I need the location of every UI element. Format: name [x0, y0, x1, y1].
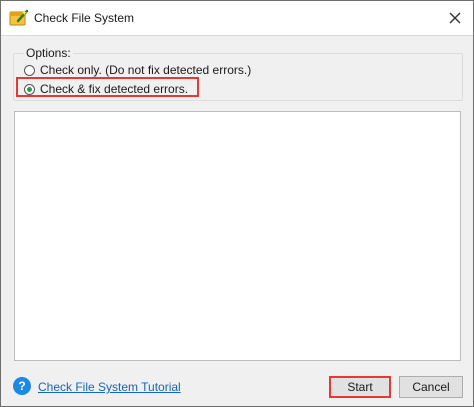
radio-unchecked-icon[interactable] — [24, 64, 35, 76]
radio-checked-icon[interactable] — [24, 83, 35, 95]
check-file-system-dialog: Check File System Options: Check only. (… — [0, 0, 474, 407]
window-title: Check File System — [34, 11, 135, 25]
start-button[interactable]: Start — [329, 376, 391, 398]
radio-check-only[interactable]: Check only. (Do not fix detected errors.… — [24, 62, 251, 78]
help-icon[interactable]: ? — [13, 377, 31, 395]
options-group: Options: Check only. (Do not fix detecte… — [13, 46, 463, 101]
dialog-footer: ? Check File System Tutorial Start Cance… — [1, 371, 473, 406]
tutorial-link[interactable]: Check File System Tutorial — [38, 380, 181, 394]
radio-check-and-fix[interactable]: Check & fix detected errors. — [24, 81, 188, 97]
radio-check-only-label: Check only. (Do not fix detected errors.… — [40, 63, 252, 77]
title-bar: Check File System — [1, 1, 473, 36]
cancel-button-label: Cancel — [412, 380, 450, 394]
radio-check-and-fix-label: Check & fix detected errors. — [40, 82, 189, 96]
results-panel — [14, 111, 461, 361]
start-button-label: Start — [347, 380, 373, 394]
close-icon[interactable] — [445, 8, 465, 28]
options-legend: Options: — [24, 46, 73, 60]
cancel-button[interactable]: Cancel — [399, 376, 463, 398]
wand-icon — [9, 9, 29, 26]
